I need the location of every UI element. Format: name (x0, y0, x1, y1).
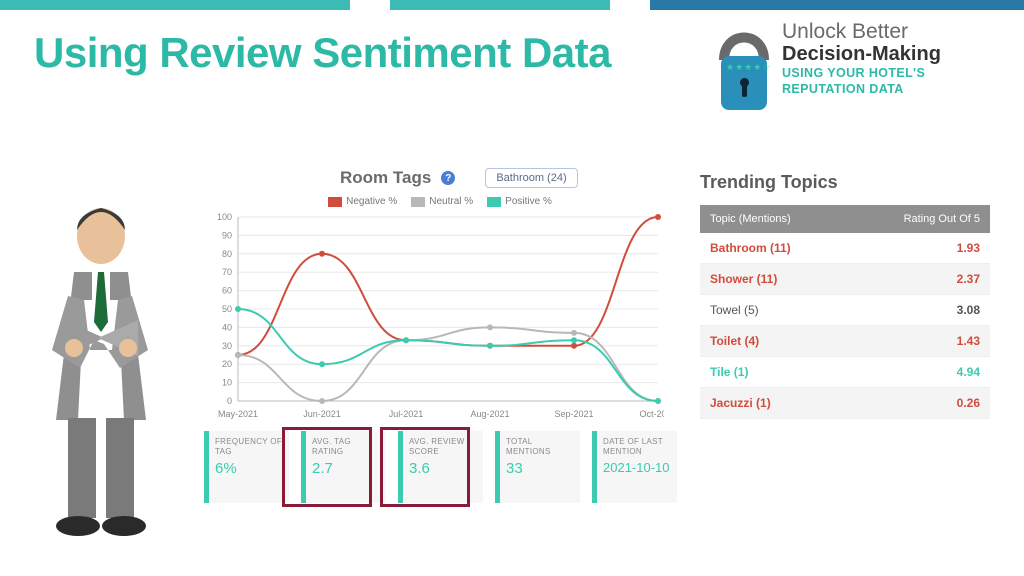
svg-text:30: 30 (222, 341, 232, 351)
stars-icon: ★★★★☆ (726, 62, 771, 73)
table-row[interactable]: Bathroom (11)1.93 (700, 233, 990, 264)
topic-cell: Toilet (4) (700, 326, 848, 357)
svg-text:Jun-2021: Jun-2021 (303, 409, 341, 419)
svg-text:50: 50 (222, 304, 232, 314)
keyhole-icon (740, 78, 749, 87)
topic-cell: Shower (11) (700, 264, 848, 295)
rating-cell: 4.94 (848, 357, 990, 388)
top-accent-bar (0, 0, 1024, 10)
svg-text:0: 0 (227, 396, 232, 406)
stat-total-mentions: TOTAL MENTIONS 33 (495, 431, 580, 503)
svg-text:70: 70 (222, 267, 232, 277)
page-title: Using Review Sentiment Data (34, 30, 611, 76)
table-row[interactable]: Shower (11)2.37 (700, 264, 990, 295)
dashboard-panel: Room Tags ? Bathroom (24) Negative % Neu… (200, 168, 680, 503)
rating-cell: 1.93 (848, 233, 990, 264)
trending-table: Topic (Mentions) Rating Out Of 5 Bathroo… (700, 205, 990, 419)
chart-legend: Negative % Neutral % Positive % (200, 196, 680, 207)
svg-text:80: 80 (222, 249, 232, 259)
brand-logo: ★★★★☆ Unlock Better Decision-Making USIN… (716, 20, 996, 110)
stat-frequency: FREQUENCY OF TAG 6% (204, 431, 289, 503)
svg-text:60: 60 (222, 286, 232, 296)
stat-last-mention: DATE OF LAST MENTION 2021-10-10 (592, 431, 677, 503)
col-topic: Topic (Mentions) (700, 205, 848, 233)
table-row[interactable]: Toilet (4)1.43 (700, 326, 990, 357)
topic-cell: Jacuzzi (1) (700, 388, 848, 419)
tag-chip[interactable]: Bathroom (24) (485, 168, 577, 188)
col-rating: Rating Out Of 5 (848, 205, 990, 233)
legend-negative: Negative % (346, 196, 397, 207)
rating-cell: 2.37 (848, 264, 990, 295)
svg-text:Aug-2021: Aug-2021 (470, 409, 509, 419)
svg-text:90: 90 (222, 230, 232, 240)
svg-text:Jul-2021: Jul-2021 (389, 409, 424, 419)
svg-text:100: 100 (217, 212, 232, 222)
section-title: Room Tags (340, 168, 431, 188)
svg-text:10: 10 (222, 378, 232, 388)
topic-cell: Tile (1) (700, 357, 848, 388)
trending-topics-panel: Trending Topics Topic (Mentions) Rating … (700, 172, 990, 419)
table-row[interactable]: Towel (5)3.08 (700, 295, 990, 326)
businessman-illustration (34, 200, 168, 540)
rating-cell: 3.08 (848, 295, 990, 326)
table-row[interactable]: Tile (1)4.94 (700, 357, 990, 388)
svg-text:Sep-2021: Sep-2021 (554, 409, 593, 419)
rating-cell: 1.43 (848, 326, 990, 357)
legend-neutral: Neutral % (429, 196, 473, 207)
stat-tag-rating: AVG. TAG RATING 2.7 (301, 431, 386, 503)
stat-review-score: AVG. REVIEW SCORE 3.6 (398, 431, 483, 503)
topic-cell: Towel (5) (700, 295, 848, 326)
topic-cell: Bathroom (11) (700, 233, 848, 264)
sentiment-line-chart[interactable]: 0 10 20 30 40 50 60 70 80 90 100 May-2021 Jun-2021 Ju… (204, 211, 664, 421)
svg-text:May-2021: May-2021 (218, 409, 258, 419)
trending-title: Trending Topics (700, 172, 990, 193)
svg-text:40: 40 (222, 322, 232, 332)
stat-cards: FREQUENCY OF TAG 6% AVG. TAG RATING 2.7 … (204, 431, 680, 503)
table-row[interactable]: Jacuzzi (1)0.26 (700, 388, 990, 419)
logo-line2: Decision-Making (782, 43, 941, 65)
logo-sub2: REPUTATION DATA (782, 83, 941, 97)
help-icon[interactable]: ? (441, 171, 455, 185)
logo-line1: Unlock Better (782, 20, 941, 43)
logo-sub1: USING YOUR HOTEL'S (782, 67, 941, 81)
lock-icon: ★★★★☆ (716, 20, 772, 110)
svg-text:Oct-2021: Oct-2021 (639, 409, 664, 419)
svg-text:20: 20 (222, 359, 232, 369)
legend-positive: Positive % (505, 196, 552, 207)
rating-cell: 0.26 (848, 388, 990, 419)
